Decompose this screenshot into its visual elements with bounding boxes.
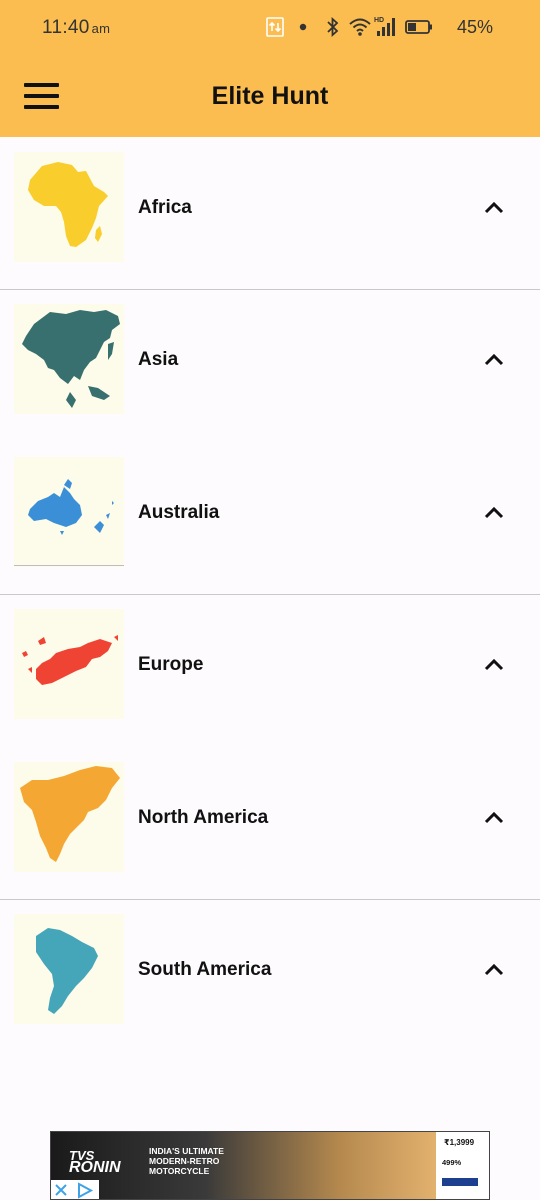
- status-bar: 11:40 am HD 45%: [0, 0, 540, 56]
- status-time-ampm: am: [91, 21, 111, 36]
- australia-map-image: [14, 457, 124, 567]
- app-bar: Elite Hunt: [0, 56, 540, 137]
- status-icons: HD: [260, 14, 540, 42]
- battery-percentage: 45%: [456, 17, 493, 37]
- south-america-shape: [36, 928, 98, 1014]
- europe-shape: [22, 635, 118, 685]
- dot-icon: [299, 23, 307, 31]
- list-item-south-america[interactable]: South America: [0, 899, 540, 1051]
- continent-label: South America: [138, 959, 272, 980]
- africa-map-image: [14, 152, 124, 262]
- continent-label: Africa: [138, 197, 192, 218]
- data-transfer-icon: [266, 17, 284, 37]
- africa-shape: [28, 162, 108, 247]
- list-item-africa[interactable]: Africa: [0, 137, 540, 289]
- australia-shape: [28, 479, 114, 535]
- signal-hd-icon: HD: [374, 17, 395, 36]
- bluetooth-icon: [327, 16, 339, 38]
- ad-close-icon[interactable]: [51, 1180, 99, 1200]
- continent-label: Europe: [138, 654, 204, 675]
- asia-shape: [22, 310, 120, 408]
- battery-icon: [405, 20, 432, 34]
- chevron-up-icon[interactable]: [482, 654, 506, 674]
- list-item-europe[interactable]: Europe: [0, 594, 540, 746]
- page-title: Elite Hunt: [211, 82, 329, 110]
- chevron-up-icon[interactable]: [482, 349, 506, 369]
- ad-brand: TVS RONIN: [69, 1149, 121, 1176]
- chevron-up-icon[interactable]: [482, 959, 506, 979]
- ad-bank-logo: [442, 1178, 478, 1186]
- ad-brand-big: RONIN: [69, 1159, 121, 1176]
- status-time: 11:40 am: [42, 17, 110, 39]
- continent-label: Asia: [138, 349, 179, 370]
- list-item-north-america[interactable]: North America: [0, 747, 540, 899]
- north-america-shape: [20, 766, 120, 862]
- list-item-asia[interactable]: Asia: [0, 289, 540, 441]
- ad-price-main: ₹1,3999: [444, 1138, 475, 1147]
- ad-price-panel: ₹1,3999 499%: [436, 1132, 489, 1199]
- thumbnail-underline: [14, 565, 124, 566]
- status-time-value: 11:40: [42, 17, 90, 38]
- wifi-icon: [349, 18, 371, 36]
- asia-map-image: [14, 304, 124, 414]
- list-item-australia[interactable]: Australia: [0, 442, 540, 594]
- south-america-map-image: [14, 914, 124, 1024]
- continent-label: Australia: [138, 502, 220, 523]
- continent-label: North America: [138, 807, 269, 828]
- chevron-up-icon[interactable]: [482, 807, 506, 827]
- ad-banner[interactable]: TVS RONIN INDIA'S ULTIMATE MODERN-RETRO …: [50, 1131, 490, 1200]
- chevron-up-icon[interactable]: [482, 502, 506, 522]
- svg-text:HD: HD: [374, 17, 384, 24]
- europe-map-image: [14, 609, 124, 719]
- chevron-up-icon[interactable]: [482, 197, 506, 217]
- ad-headline: INDIA'S ULTIMATE MODERN-RETRO MOTORCYCLE: [149, 1146, 224, 1176]
- north-america-map-image: [14, 762, 124, 872]
- ad-price-emi: 499%: [442, 1158, 462, 1167]
